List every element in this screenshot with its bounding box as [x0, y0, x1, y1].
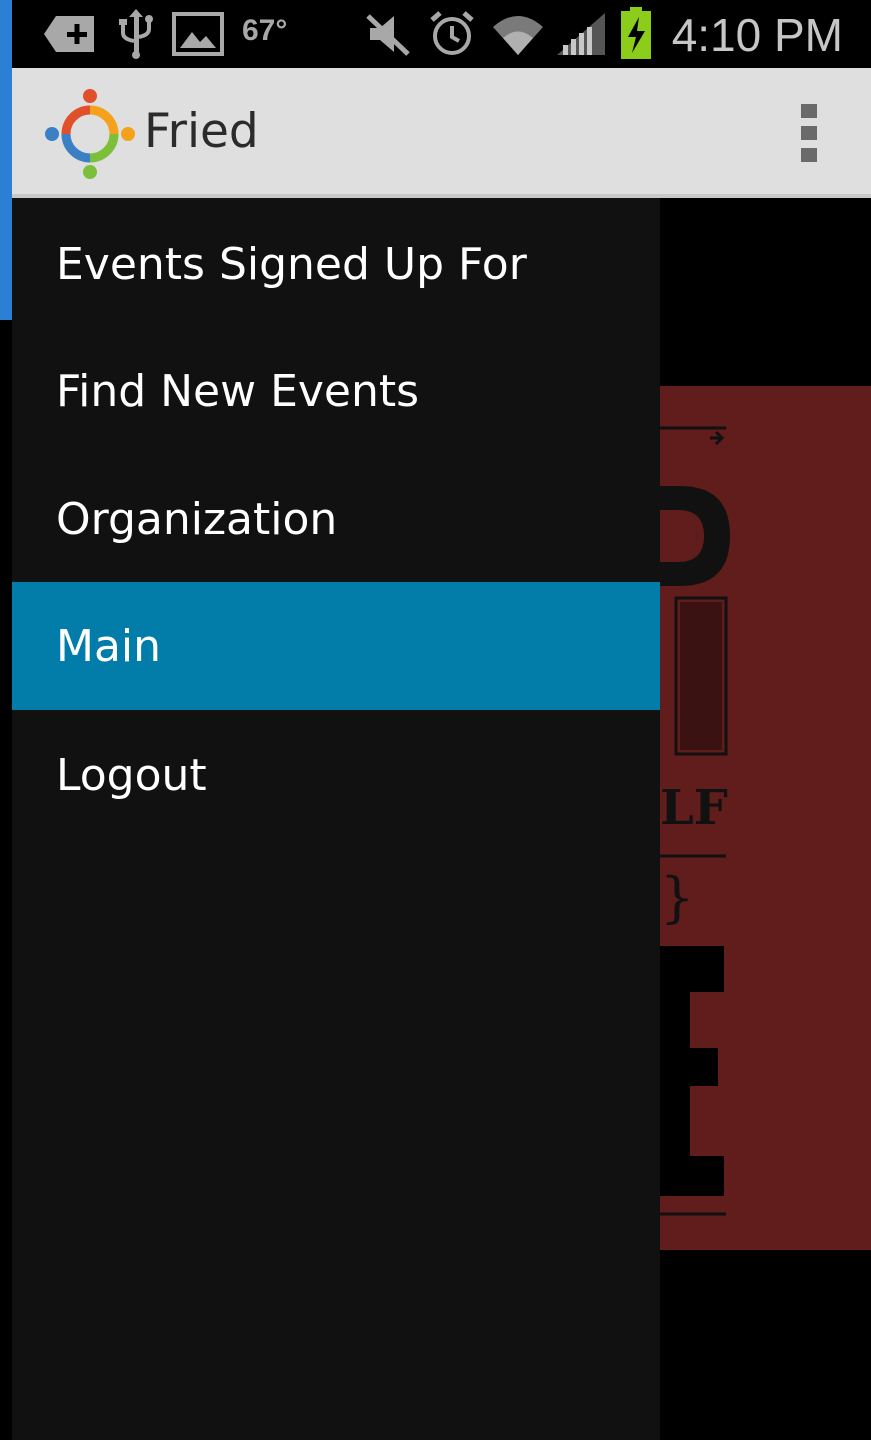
mute-icon: [362, 0, 414, 68]
people-circle-logo-icon[interactable]: [44, 88, 136, 180]
action-bar: Fried: [12, 68, 871, 198]
signal-icon: [556, 0, 608, 68]
navigation-drawer: Events Signed Up For Find New Events Org…: [12, 198, 660, 1440]
drawer-item-main[interactable]: Main: [12, 582, 660, 710]
drawer-item-events-signed-up-for[interactable]: Events Signed Up For: [12, 200, 660, 328]
wallpaper-blue-edge: [0, 0, 12, 320]
drawer-item-label: Events Signed Up For: [56, 238, 527, 290]
battery-charging-icon: [616, 0, 656, 68]
wifi-icon: [490, 0, 546, 68]
usb-icon: [116, 0, 156, 68]
status-bar: 67° 4:10 PM: [12, 0, 871, 68]
app-title: Fried: [144, 104, 259, 159]
alarm-icon: [426, 0, 478, 68]
drawer-item-label: Organization: [56, 493, 338, 545]
temperature-label: 67°: [242, 14, 288, 47]
screen: 67° 4:10 PM Fried LF} Events Signed Up …: [0, 0, 871, 1440]
wallpaper-edge: [0, 0, 12, 1440]
drawer-item-label: Main: [56, 620, 162, 672]
drawer-item-label: Find New Events: [56, 365, 420, 417]
image-icon: [170, 0, 226, 68]
drawer-item-organization[interactable]: Organization: [12, 455, 660, 583]
overflow-menu-icon[interactable]: [801, 104, 819, 162]
clock: 4:10 PM: [671, 9, 843, 61]
notification-plus-icon: [40, 0, 100, 68]
svg-text:LF: LF: [660, 780, 728, 836]
drawer-item-logout[interactable]: Logout: [12, 711, 660, 839]
drawer-item-find-new-events[interactable]: Find New Events: [12, 327, 660, 455]
drawer-item-label: Logout: [56, 749, 207, 801]
svg-text:}: }: [660, 866, 694, 929]
